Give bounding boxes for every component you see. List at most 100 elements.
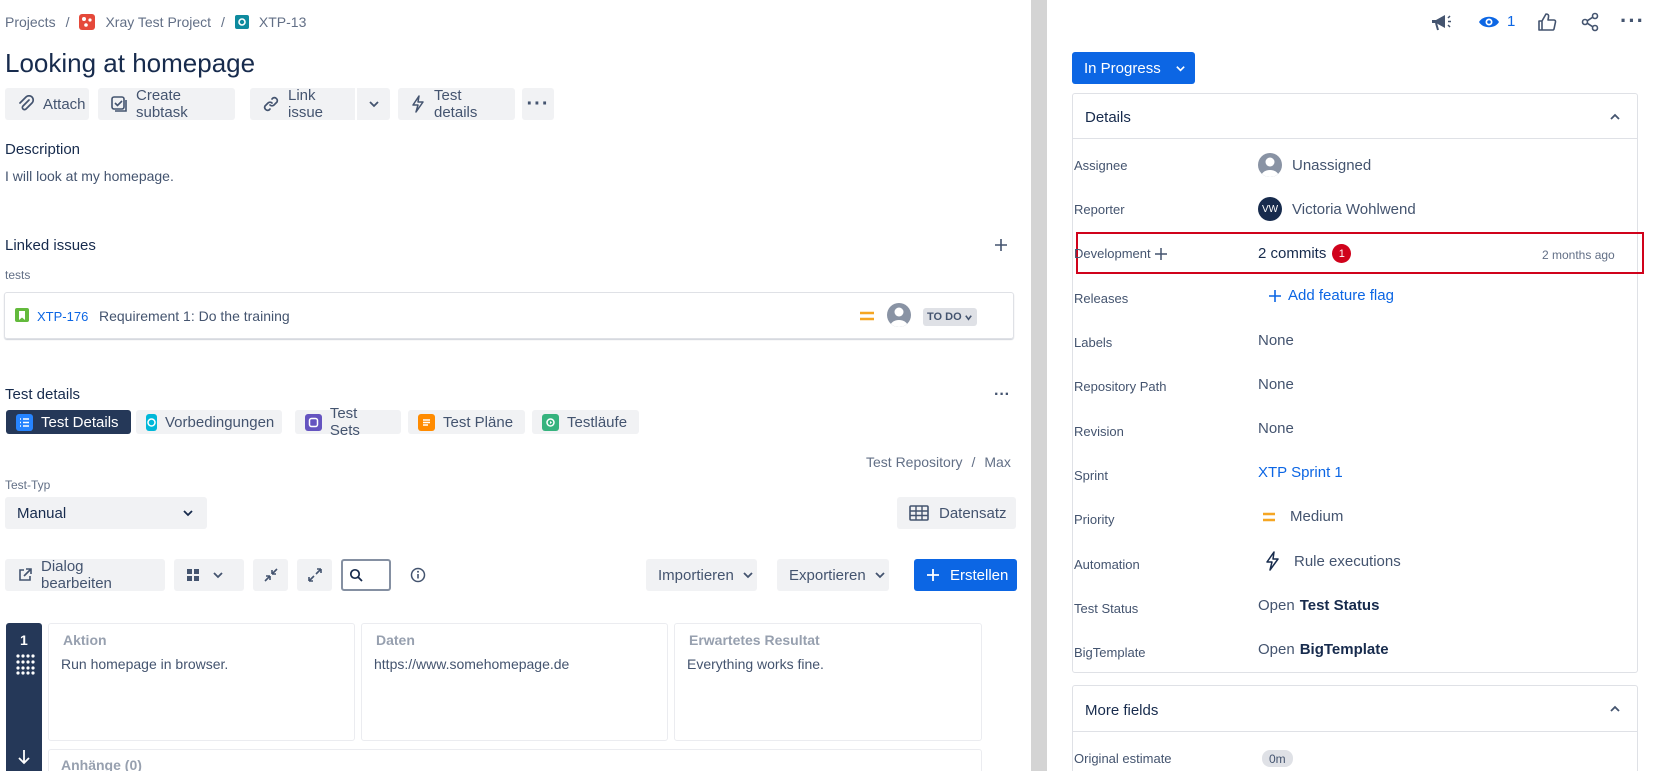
dataset-button[interactable]: Datensatz xyxy=(897,497,1016,529)
breadcrumb-issue-key[interactable]: XTP-13 xyxy=(259,14,306,30)
labels-value[interactable]: None xyxy=(1258,332,1294,349)
export-button[interactable]: Exportieren xyxy=(777,559,889,591)
create-subtask-button[interactable]: Create subtask xyxy=(98,87,235,121)
link-issue-button[interactable]: Link issue xyxy=(250,87,355,121)
step-action-cell[interactable]: Aktion Run homepage in browser. xyxy=(48,623,355,741)
repository-path-value[interactable]: None xyxy=(1258,376,1294,393)
step-number: 1 xyxy=(20,632,28,648)
linked-issue-summary[interactable]: Requirement 1: Do the training xyxy=(99,308,290,324)
feedback-icon[interactable] xyxy=(1430,12,1452,35)
step-index-bar[interactable]: 1 xyxy=(6,623,42,771)
linked-issue-status[interactable]: TO DO xyxy=(923,308,977,326)
test-type-select[interactable]: Manual xyxy=(5,497,207,529)
create-step-label: Erstellen xyxy=(950,566,1009,584)
watch-count: 1 xyxy=(1507,13,1516,30)
create-step-button[interactable]: Erstellen xyxy=(914,559,1017,591)
test-details-button[interactable]: Test details xyxy=(398,87,515,121)
expand-button[interactable] xyxy=(297,559,332,591)
share-icon[interactable] xyxy=(1580,12,1600,35)
breadcrumb: Projects / Xray Test Project / XTP-13 xyxy=(5,14,306,30)
step-attachments-cell[interactable]: Anhänge (0) xyxy=(48,749,982,771)
tab-test-details[interactable]: Test Details xyxy=(6,410,131,434)
plus-icon xyxy=(927,569,939,581)
breadcrumb-project[interactable]: Xray Test Project xyxy=(105,14,211,30)
search-input[interactable] xyxy=(341,559,391,591)
import-button[interactable]: Importieren xyxy=(646,559,757,591)
test-status-link[interactable]: Test Status xyxy=(1300,597,1380,614)
status-button[interactable]: In Progress xyxy=(1072,52,1195,84)
table-icon xyxy=(909,505,929,521)
precondition-icon xyxy=(146,413,157,431)
repo-folder[interactable]: Max xyxy=(984,454,1010,470)
tab-preconditions[interactable]: Vorbedingungen xyxy=(136,410,282,434)
link-issue-dropdown-button[interactable] xyxy=(357,88,390,120)
pane-divider[interactable] xyxy=(1031,0,1047,771)
watch-button[interactable]: 1 xyxy=(1478,13,1515,30)
more-fields-heading[interactable]: More fields xyxy=(1085,702,1158,719)
reporter-field[interactable]: VW Victoria Wohlwend xyxy=(1258,197,1416,221)
arrow-down-icon[interactable] xyxy=(17,749,31,765)
page-title[interactable]: Looking at homepage xyxy=(5,48,255,79)
chevron-down-icon xyxy=(964,314,972,321)
description-text[interactable]: I will look at my homepage. xyxy=(5,168,174,184)
step-expected-cell[interactable]: Erwartetes Resultat Everything works fin… xyxy=(674,623,982,741)
development-commits[interactable]: 2 commits 1 xyxy=(1258,244,1352,263)
unassigned-avatar-icon xyxy=(1258,153,1282,177)
drag-handle-icon[interactable] xyxy=(15,653,35,675)
subtask-icon xyxy=(111,96,127,112)
edit-dialog-label: Dialog bearbeiten xyxy=(41,558,112,592)
releases-label: Releases xyxy=(1074,291,1129,306)
repo-root[interactable]: Test Repository xyxy=(866,454,962,470)
linked-issue-row[interactable]: XTP-176 Requirement 1: Do the training T… xyxy=(4,292,1014,339)
automation-field[interactable]: Rule executions xyxy=(1264,551,1401,571)
column-header: Daten xyxy=(376,632,415,648)
status-label: In Progress xyxy=(1084,59,1161,77)
add-linked-issue-icon[interactable] xyxy=(992,236,1010,254)
chevron-up-icon[interactable] xyxy=(1609,110,1621,126)
original-estimate-label: Original estimate xyxy=(1074,751,1172,766)
step-data-cell[interactable]: Daten https://www.somehomepage.de xyxy=(361,623,668,741)
tab-test-executions[interactable]: Testläufe xyxy=(532,410,639,434)
bigtemplate-link[interactable]: BigTemplate xyxy=(1300,641,1389,658)
attach-button[interactable]: Attach xyxy=(5,88,89,120)
tab-test-sets[interactable]: Test Sets xyxy=(295,405,401,439)
more-icon: ··· xyxy=(526,93,550,115)
add-feature-flag-link[interactable]: Add feature flag xyxy=(1268,287,1394,304)
link-icon xyxy=(263,96,279,112)
step-expected-result: Everything works fine. xyxy=(687,656,824,672)
collapse-icon xyxy=(263,568,278,582)
test-status-field[interactable]: Open Test Status xyxy=(1258,597,1379,614)
test-plan-icon xyxy=(418,413,435,431)
edit-dialog-button[interactable]: Dialog bearbeiten xyxy=(5,558,165,592)
chevron-up-icon[interactable] xyxy=(1609,702,1621,718)
description-heading: Description xyxy=(5,141,81,158)
assignee-value: Unassigned xyxy=(1292,156,1372,174)
tab-label: Vorbedingungen xyxy=(165,413,275,431)
assignee-avatar[interactable] xyxy=(887,303,911,327)
revision-value[interactable]: None xyxy=(1258,420,1294,437)
info-icon[interactable] xyxy=(410,567,426,586)
automation-value: Rule executions xyxy=(1294,552,1401,570)
like-icon[interactable] xyxy=(1537,12,1557,35)
tab-test-plans[interactable]: Test Pläne xyxy=(408,410,525,434)
eye-icon xyxy=(1479,16,1499,27)
priority-medium-icon xyxy=(859,309,875,326)
more-actions-button[interactable]: ··· xyxy=(522,88,554,120)
more-icon[interactable]: ··· xyxy=(1620,8,1645,34)
layout-toggle-button[interactable] xyxy=(174,559,244,591)
bigtemplate-field[interactable]: Open BigTemplate xyxy=(1258,641,1389,658)
original-estimate-value[interactable]: 0m xyxy=(1262,750,1293,767)
lightning-icon xyxy=(412,95,424,113)
assignee-field[interactable]: Unassigned xyxy=(1258,153,1371,177)
linked-issue-key[interactable]: XTP-176 xyxy=(37,309,88,324)
priority-field[interactable]: Medium xyxy=(1262,508,1343,525)
breadcrumb-projects[interactable]: Projects xyxy=(5,14,56,30)
plus-icon[interactable] xyxy=(1154,247,1168,261)
test-details-more-icon[interactable]: ··· xyxy=(994,386,1010,404)
priority-value: Medium xyxy=(1290,508,1344,525)
assignee-label: Assignee xyxy=(1074,158,1128,173)
details-heading[interactable]: Details xyxy=(1085,109,1131,126)
sprint-link[interactable]: XTP Sprint 1 xyxy=(1258,464,1343,481)
collapse-button[interactable] xyxy=(253,559,288,591)
breadcrumb-separator: / xyxy=(221,14,225,30)
